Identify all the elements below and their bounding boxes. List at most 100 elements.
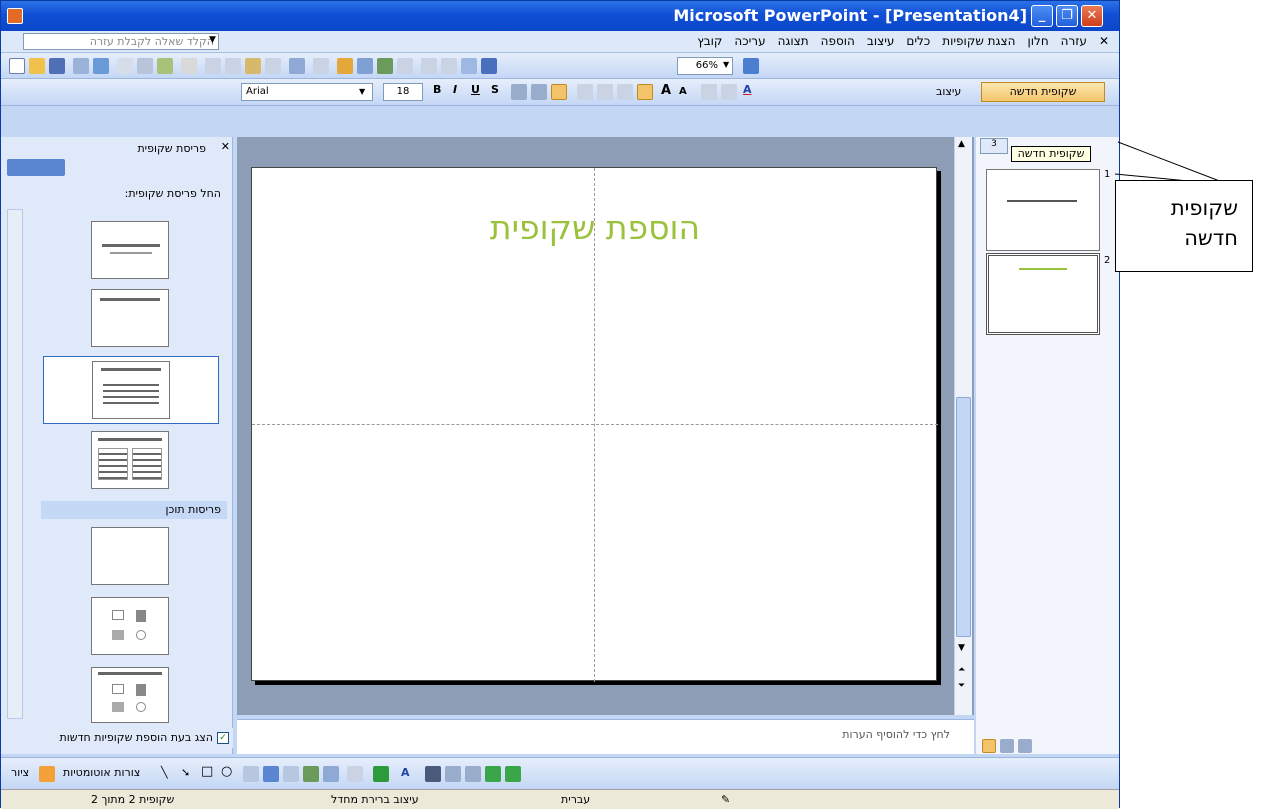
align-center-icon[interactable] [531, 84, 547, 100]
menu-tools[interactable]: כלים [900, 34, 936, 48]
menu-slideshow[interactable]: הצגת שקופיות [936, 34, 1021, 48]
save-icon[interactable] [49, 58, 65, 74]
fill-color-icon[interactable] [347, 766, 363, 782]
rtl-icon[interactable] [637, 84, 653, 100]
menu-edit[interactable]: עריכה [728, 34, 771, 48]
layout-title-only[interactable] [91, 289, 169, 347]
menu-window[interactable]: חלון [1021, 34, 1054, 48]
align-left-icon[interactable] [511, 84, 527, 100]
font-name-select[interactable]: Arial [241, 83, 373, 101]
research-icon[interactable] [181, 58, 197, 74]
slides-tab[interactable]: 3 [980, 138, 1008, 154]
menu-insert[interactable]: הוספה [815, 34, 861, 48]
shadow-style-icon[interactable] [485, 766, 501, 782]
design-button[interactable]: עיצוב [936, 85, 961, 98]
font-size-select[interactable]: 18 [383, 83, 423, 101]
clipart-icon[interactable] [303, 766, 319, 782]
ltr-icon[interactable] [617, 84, 633, 100]
shadow-button[interactable]: S [491, 83, 499, 96]
draw-menu[interactable]: ציור [11, 766, 29, 779]
slideshow-view-icon[interactable] [1018, 739, 1032, 753]
print-icon[interactable] [117, 58, 133, 74]
sorter-view-icon[interactable] [1000, 739, 1014, 753]
menu-view[interactable]: תצוגה [772, 34, 815, 48]
previous-slide-icon[interactable]: ⏶ [958, 665, 965, 675]
layout-two-column-text[interactable] [91, 431, 169, 489]
slide-thumbnail-1[interactable] [986, 169, 1100, 251]
copy-icon[interactable] [225, 58, 241, 74]
layout-title-text-selected[interactable] [43, 356, 219, 424]
scrollbar-thumb[interactable] [956, 397, 971, 637]
insert-table-icon[interactable] [357, 58, 373, 74]
show-on-insert-checkbox[interactable]: ✓הצג בעת הוספת שקופיות חדשות [1, 728, 233, 748]
task-pane-nav-icons[interactable] [7, 159, 65, 176]
email-icon[interactable] [93, 58, 109, 74]
font-color-icon[interactable]: A [743, 83, 752, 96]
normal-view-icon[interactable] [982, 739, 996, 753]
menu-file[interactable]: קובץ [691, 34, 728, 48]
print-preview-icon[interactable] [137, 58, 153, 74]
layout-title-content[interactable] [91, 667, 169, 723]
task-pane-close-icon[interactable]: ✕ [221, 140, 230, 153]
help-search-input[interactable]: הקלד שאלה לקבלת עזרה [23, 33, 219, 50]
layout-content[interactable] [91, 597, 169, 655]
italic-button[interactable]: I [453, 83, 457, 96]
current-slide[interactable]: הוספת שקופית [251, 167, 938, 682]
align-right-icon[interactable] [551, 84, 567, 100]
permission-icon[interactable] [73, 58, 89, 74]
decrease-indent-icon[interactable] [701, 84, 717, 100]
close-document-icon[interactable]: ✕ [1093, 34, 1115, 48]
underline-button[interactable]: U [471, 83, 480, 96]
numbering-icon[interactable] [577, 84, 593, 100]
increase-indent-icon[interactable] [721, 84, 737, 100]
scroll-down-icon[interactable]: ▼ [958, 643, 965, 653]
textbox-icon[interactable] [243, 766, 259, 782]
checkbox-checked-icon[interactable]: ✓ [217, 732, 229, 744]
font-color-draw-icon[interactable]: A [401, 766, 410, 779]
next-slide-icon[interactable]: ⏷ [958, 681, 965, 691]
diagram-icon[interactable] [283, 766, 299, 782]
scroll-up-icon[interactable]: ▲ [958, 139, 965, 149]
undo-icon[interactable] [289, 58, 305, 74]
title-bar[interactable]: Microsoft PowerPoint - [Presentation4] _… [1, 1, 1119, 31]
slide-thumbnail-2[interactable] [986, 253, 1100, 335]
minimize-button[interactable]: _ [1031, 5, 1053, 27]
dash-style-icon[interactable] [445, 766, 461, 782]
help-dropdown-icon[interactable]: ▼ [209, 35, 216, 45]
task-pane-title[interactable]: פריסת שקופית [137, 142, 206, 155]
tables-borders-icon[interactable] [377, 58, 393, 74]
cut-icon[interactable] [205, 58, 221, 74]
notes-pane[interactable]: לחץ כדי להוסיף הערות [237, 719, 974, 754]
line-color-icon[interactable] [373, 766, 389, 782]
line-style-icon[interactable] [425, 766, 441, 782]
insert-diagram-icon[interactable] [397, 58, 413, 74]
new-icon[interactable] [9, 58, 25, 74]
arrow-style-icon[interactable] [465, 766, 481, 782]
3d-style-icon[interactable] [505, 766, 521, 782]
layout-title-slide[interactable] [91, 221, 169, 279]
show-formatting-icon[interactable] [441, 58, 457, 74]
help-icon[interactable] [743, 58, 759, 74]
decrease-font-icon[interactable]: A [679, 86, 687, 97]
spelling-status-icon[interactable]: ✎ [721, 793, 730, 806]
layout-scrollbar[interactable] [7, 209, 23, 719]
zoom-dropdown-icon[interactable]: ▼ [723, 60, 729, 69]
bullets-icon[interactable] [597, 84, 613, 100]
wordart-icon[interactable] [263, 766, 279, 782]
horizontal-guide[interactable] [252, 424, 938, 425]
expand-all-icon[interactable] [421, 58, 437, 74]
color-grayscale-icon[interactable] [481, 58, 497, 74]
bold-button[interactable]: B [433, 83, 441, 96]
autoshapes-menu[interactable]: צורות אוטומטיות [63, 766, 140, 779]
select-objects-icon[interactable] [39, 766, 55, 782]
slide-scrollbar[interactable]: ▲ ▼ ⏶ ⏷ [954, 137, 972, 715]
paste-icon[interactable] [245, 58, 261, 74]
close-button[interactable]: ✕ [1081, 5, 1103, 27]
insert-chart-icon[interactable] [337, 58, 353, 74]
menu-help[interactable]: עזרה [1055, 34, 1093, 48]
rectangle-icon[interactable]: □ [201, 764, 213, 779]
format-painter-icon[interactable] [265, 58, 281, 74]
restore-button[interactable]: ❐ [1056, 5, 1078, 27]
spelling-icon[interactable] [157, 58, 173, 74]
layout-blank[interactable] [91, 527, 169, 585]
